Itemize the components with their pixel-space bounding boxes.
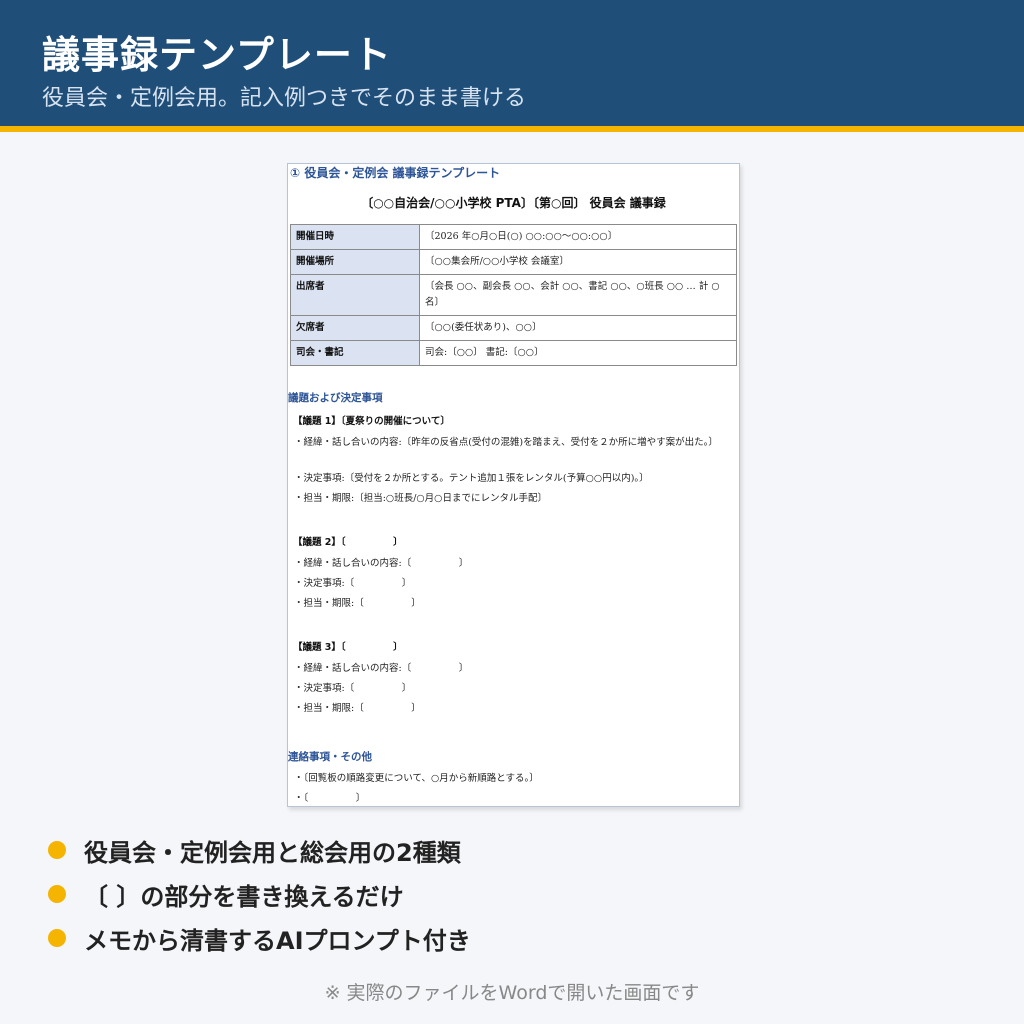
- table-row: 出席者 〔会長 ○○、副会長 ○○、会計 ○○、書記 ○○、○班長 ○○ … 計…: [290, 274, 737, 316]
- table-value: 司会:〔○○〕 書記:〔○○〕: [419, 340, 737, 366]
- agenda-line: ・経緯・話し合いの内容:〔 〕: [294, 663, 469, 674]
- notes-heading: 連絡事項・その他: [288, 751, 372, 763]
- bullet-dot-icon: [48, 885, 66, 903]
- table-value: 〔○○(委任状あり)、○○〕: [419, 315, 737, 341]
- agenda-line: ・担当・期限:〔 〕: [294, 703, 421, 714]
- agenda-line: ・経緯・話し合いの内容:〔 〕: [294, 558, 469, 569]
- page-title: 議事録テンプレート: [42, 33, 392, 77]
- agenda-line: ・担当・期限:〔担当:○班長/○月○日までにレンタル手配〕: [294, 493, 547, 504]
- table-row: 開催場所 〔○○集会所/○○小学校 会議室〕: [290, 249, 737, 275]
- table-value: 〔会長 ○○、副会長 ○○、会計 ○○、書記 ○○、○班長 ○○ … 計 ○名〕: [419, 274, 737, 316]
- agenda-item-title: 【議題 3】〔 〕: [293, 642, 403, 653]
- notes-line: ・〔 〕: [294, 793, 366, 804]
- header-accent-stripe: [0, 126, 1024, 132]
- agenda-item-title: 【議題 1】〔夏祭りの開催について〕: [293, 416, 450, 427]
- feature-item: 役員会・定例会用と総会用の2種類: [48, 828, 471, 872]
- table-key: 欠席者: [290, 315, 420, 341]
- table-key: 開催場所: [290, 249, 420, 275]
- agenda-item-title: 【議題 2】〔 〕: [293, 537, 403, 548]
- agenda-heading: 議題および決定事項: [288, 392, 383, 404]
- feature-item: メモから清書するAIプロンプト付き: [48, 916, 471, 960]
- header-banner: 議事録テンプレート 役員会・定例会用。記入例つきでそのまま書ける: [0, 0, 1024, 126]
- feature-text: 〔 〕の部分を書き換えるだけ: [84, 882, 404, 911]
- page-subtitle: 役員会・定例会用。記入例つきでそのまま書ける: [42, 86, 527, 111]
- table-row: 開催日時 〔2026 年○月○日(○) ○○:○○〜○○:○○〕: [290, 224, 737, 250]
- agenda-line: ・決定事項:〔 〕: [294, 683, 412, 694]
- table-key: 開催日時: [290, 224, 420, 250]
- feature-text: 役員会・定例会用と総会用の2種類: [84, 838, 461, 867]
- footnote: ※ 実際のファイルをWordで開いた画面です: [324, 982, 700, 1004]
- agenda-line: ・決定事項:〔 〕: [294, 578, 412, 589]
- table-key: 司会・書記: [290, 340, 420, 366]
- notes-line: ・〔回覧板の順路変更について、○月から新順路とする。〕: [294, 773, 539, 784]
- table-row: 欠席者 〔○○(委任状あり)、○○〕: [290, 315, 737, 341]
- table-key: 出席者: [290, 274, 420, 316]
- agenda-line: ・担当・期限:〔 〕: [294, 598, 421, 609]
- table-value: 〔○○集会所/○○小学校 会議室〕: [419, 249, 737, 275]
- bullet-dot-icon: [48, 841, 66, 859]
- document-heading: ① 役員会・定例会 議事録テンプレート: [290, 166, 501, 180]
- table-row: 司会・書記 司会:〔○○〕 書記:〔○○〕: [290, 340, 737, 366]
- meeting-info-table: 開催日時 〔2026 年○月○日(○) ○○:○○〜○○:○○〕 開催場所 〔○…: [290, 224, 737, 366]
- feature-text: メモから清書するAIプロンプト付き: [84, 926, 471, 955]
- document-title: 〔○○自治会/○○小学校 PTA〕〔第○回〕 役員会 議事録: [361, 196, 666, 210]
- feature-item: 〔 〕の部分を書き換えるだけ: [48, 872, 471, 916]
- agenda-line: ・経緯・話し合いの内容:〔昨年の反省点(受付の混雑)を踏まえ、受付を２か所に増や…: [294, 437, 718, 448]
- feature-list: 役員会・定例会用と総会用の2種類 〔 〕の部分を書き換えるだけ メモから清書する…: [48, 828, 471, 960]
- agenda-line: ・決定事項:〔受付を２か所とする。テント追加１張をレンタル(予算○○円以内)。〕: [294, 473, 649, 484]
- document-preview: ① 役員会・定例会 議事録テンプレート 〔○○自治会/○○小学校 PTA〕〔第○…: [287, 163, 740, 807]
- table-value: 〔2026 年○月○日(○) ○○:○○〜○○:○○〕: [419, 224, 737, 250]
- bullet-dot-icon: [48, 929, 66, 947]
